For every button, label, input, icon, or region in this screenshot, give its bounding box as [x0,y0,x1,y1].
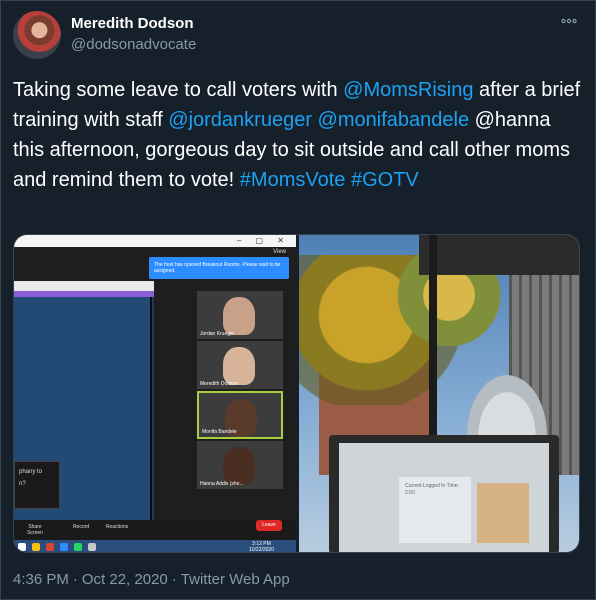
leave-button: Leave [256,520,282,531]
record-button: Record [72,524,90,530]
laptop: Current Logged In Time: 2:50 [329,435,559,552]
start-icon [18,543,26,551]
chat-text: phany to [19,469,43,475]
participant-label: Meredith Dodson [200,381,239,387]
app-icon [88,543,96,551]
tweet-text-segment: Taking some leave to call voters with [13,79,344,101]
windows-taskbar: 3:12 PM 10/22/2020 [14,540,296,553]
breakout-banner: The host has opened Breakout Rooms. Plea… [149,257,289,279]
tweet-time[interactable]: 4:36 PM [13,571,69,588]
sticky-note [477,483,529,543]
mention-link[interactable]: @MomsRising [343,79,473,101]
taskbar-clock: 3:12 PM 10/22/2020 [248,541,274,553]
outdoor-laptop-photo[interactable]: Current Logged In Time: 2:50 [299,235,579,552]
mention-link[interactable]: @monifabandele [318,109,470,131]
participant-label: Jordan Krueger [200,331,235,337]
chat-text-2: n? [19,481,26,487]
hashtag-link[interactable]: #GOTV [351,169,419,191]
folder-icon [32,543,40,551]
participant-label: Monifa Bandele [202,429,237,435]
participant-tile: Hanna Addis (she... [197,441,283,489]
reactions-button: Reactions [105,524,129,530]
participant-video [223,447,255,485]
participant-tile: Jordan Krueger [197,291,283,339]
tweet-text: Taking some leave to call voters with @M… [13,75,585,195]
browser-bar [14,281,154,291]
porch-roof [419,235,579,275]
mention-link[interactable]: @jordankrueger [168,109,312,131]
zoom-control-bar: Share Screen Record Reactions [14,520,296,540]
participant-video [223,297,255,335]
tweet-meta: 4:36 PM · Oct 22, 2020 · Twitter Web App [13,571,294,588]
media-grid[interactable]: – ▢ ✕ View The host has opened Breakout … [13,234,580,553]
chrome-icon [46,543,54,551]
participant-label: Hanna Addis (she... [200,481,244,487]
separator: · [171,571,177,588]
window-controls-icon: – ▢ ✕ [236,236,290,245]
participant-tile-active: Monifa Bandele [197,391,283,439]
chat-box: phany to n? [14,461,60,509]
zoom-screenshot-photo[interactable]: – ▢ ✕ View The host has opened Breakout … [14,235,296,553]
clock-date: 10/22/2020 [248,547,274,553]
separator: · [72,571,78,588]
author-handle[interactable]: @dodsonadvocate [71,36,196,53]
window-titlebar: – ▢ ✕ [14,235,296,247]
tweet-source[interactable]: Twitter Web App [181,571,290,588]
tweet-date[interactable]: Oct 22, 2020 [82,571,168,588]
hashtag-link[interactable]: #MomsVote [240,169,346,191]
more-icon[interactable] [561,15,577,29]
participant-video [223,347,255,385]
share-screen-button: Share Screen [27,524,43,536]
avatar[interactable] [13,11,61,59]
tweet-card: Meredith Dodson @dodsonadvocate Taking s… [0,0,596,600]
laptop-doc: Current Logged In Time: 2:50 [399,477,471,543]
author-name[interactable]: Meredith Dodson [71,15,194,32]
view-label: View [273,249,286,255]
participant-tile: Meredith Dodson [197,341,283,389]
zoom-icon [60,543,68,551]
whatsapp-icon [74,543,82,551]
